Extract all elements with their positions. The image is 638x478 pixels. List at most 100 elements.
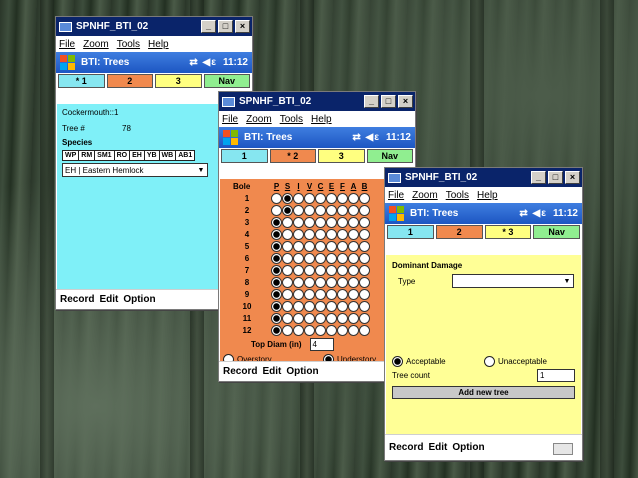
record-command[interactable]: Record: [60, 294, 94, 305]
record-command[interactable]: Record: [389, 442, 423, 453]
damage-radio[interactable]: [293, 228, 304, 240]
damage-radio[interactable]: [271, 240, 282, 252]
unacceptable-radio[interactable]: [484, 356, 495, 367]
damage-radio[interactable]: [315, 276, 326, 288]
damage-radio[interactable]: [337, 264, 348, 276]
menu-file[interactable]: File: [59, 39, 75, 50]
menu-zoom[interactable]: Zoom: [412, 190, 438, 201]
damage-radio[interactable]: [348, 324, 359, 336]
emulator-window-3[interactable]: SPNHF_BTI_02 _ □ × File Zoom Tools Help …: [384, 167, 583, 461]
close-icon[interactable]: ×: [398, 95, 413, 108]
damage-radio[interactable]: [304, 204, 315, 216]
damage-radio[interactable]: [337, 276, 348, 288]
tab-3[interactable]: * 3: [484, 225, 532, 239]
damage-radio[interactable]: [359, 324, 370, 336]
damage-radio[interactable]: [304, 300, 315, 312]
damage-radio[interactable]: [337, 324, 348, 336]
tab-1[interactable]: 1: [221, 149, 268, 163]
tab-nav[interactable]: Nav: [366, 149, 413, 163]
menu-help[interactable]: Help: [477, 190, 498, 201]
damage-radio[interactable]: [337, 216, 348, 228]
damage-radio[interactable]: [271, 228, 282, 240]
damage-radio[interactable]: [315, 264, 326, 276]
edit-command[interactable]: Edit: [99, 294, 118, 305]
damage-radio[interactable]: [326, 264, 337, 276]
damage-radio[interactable]: [326, 288, 337, 300]
add-new-tree-button[interactable]: Add new tree: [392, 386, 575, 399]
damage-radio[interactable]: [359, 300, 370, 312]
menu-tools[interactable]: Tools: [446, 190, 469, 201]
damage-radio[interactable]: [282, 264, 293, 276]
species-code-button[interactable]: EH: [129, 150, 145, 161]
damage-radio[interactable]: [348, 204, 359, 216]
damage-radio[interactable]: [348, 276, 359, 288]
damage-radio[interactable]: [348, 192, 359, 204]
tree-count-input[interactable]: 1: [537, 369, 575, 382]
chevron-down-icon[interactable]: ▼: [195, 167, 207, 174]
species-dropdown[interactable]: EH | Eastern Hemlock ▼: [62, 163, 208, 177]
damage-radio[interactable]: [359, 228, 370, 240]
connectivity-volume-icon[interactable]: ⇄ ◀ε: [352, 132, 380, 143]
damage-radio[interactable]: [315, 204, 326, 216]
connectivity-volume-icon[interactable]: ⇄ ◀ε: [519, 208, 547, 219]
damage-radio[interactable]: [282, 252, 293, 264]
minimize-icon[interactable]: _: [531, 171, 546, 184]
damage-radio[interactable]: [315, 192, 326, 204]
menu-help[interactable]: Help: [148, 39, 169, 50]
damage-radio[interactable]: [304, 312, 315, 324]
damage-radio[interactable]: [271, 324, 282, 336]
damage-radio[interactable]: [282, 228, 293, 240]
damage-radio[interactable]: [271, 192, 282, 204]
damage-radio[interactable]: [293, 288, 304, 300]
damage-radio[interactable]: [293, 252, 304, 264]
damage-radio[interactable]: [326, 312, 337, 324]
damage-radio[interactable]: [293, 192, 304, 204]
damage-radio[interactable]: [348, 240, 359, 252]
damage-radio[interactable]: [315, 312, 326, 324]
damage-radio[interactable]: [348, 288, 359, 300]
damage-radio[interactable]: [293, 240, 304, 252]
window-titlebar[interactable]: SPNHF_BTI_02 _ □ ×: [385, 168, 582, 187]
damage-radio[interactable]: [304, 276, 315, 288]
tab-3[interactable]: 3: [155, 74, 202, 88]
damage-radio[interactable]: [326, 204, 337, 216]
damage-radio[interactable]: [271, 300, 282, 312]
species-code-button[interactable]: SM1: [94, 150, 115, 161]
damage-radio[interactable]: [293, 204, 304, 216]
damage-radio[interactable]: [304, 324, 315, 336]
damage-radio[interactable]: [359, 204, 370, 216]
damage-radio[interactable]: [304, 288, 315, 300]
tab-3[interactable]: 3: [318, 149, 365, 163]
windows-flag-icon[interactable]: [389, 206, 404, 221]
damage-radio[interactable]: [282, 240, 293, 252]
damage-radio[interactable]: [271, 312, 282, 324]
minimize-icon[interactable]: _: [201, 20, 216, 33]
damage-radio[interactable]: [293, 300, 304, 312]
damage-radio[interactable]: [315, 252, 326, 264]
damage-radio[interactable]: [271, 252, 282, 264]
record-command[interactable]: Record: [223, 366, 257, 377]
damage-radio[interactable]: [271, 288, 282, 300]
menu-zoom[interactable]: Zoom: [83, 39, 109, 50]
tab-1[interactable]: 1: [387, 225, 434, 239]
maximize-icon[interactable]: □: [548, 171, 563, 184]
species-code-button[interactable]: YB: [143, 150, 160, 161]
species-code-button[interactable]: WB: [158, 150, 177, 161]
damage-radio[interactable]: [326, 276, 337, 288]
damage-radio[interactable]: [293, 216, 304, 228]
menu-tools[interactable]: Tools: [280, 114, 303, 125]
maximize-icon[interactable]: □: [218, 20, 233, 33]
damage-radio[interactable]: [337, 312, 348, 324]
damage-radio[interactable]: [359, 276, 370, 288]
menu-help[interactable]: Help: [311, 114, 332, 125]
damage-radio[interactable]: [282, 324, 293, 336]
damage-radio[interactable]: [315, 216, 326, 228]
damage-radio[interactable]: [315, 324, 326, 336]
damage-radio[interactable]: [304, 216, 315, 228]
damage-radio[interactable]: [293, 264, 304, 276]
menu-file[interactable]: File: [222, 114, 238, 125]
damage-radio[interactable]: [282, 216, 293, 228]
damage-radio[interactable]: [326, 324, 337, 336]
damage-radio[interactable]: [271, 204, 282, 216]
damage-radio[interactable]: [282, 204, 293, 216]
